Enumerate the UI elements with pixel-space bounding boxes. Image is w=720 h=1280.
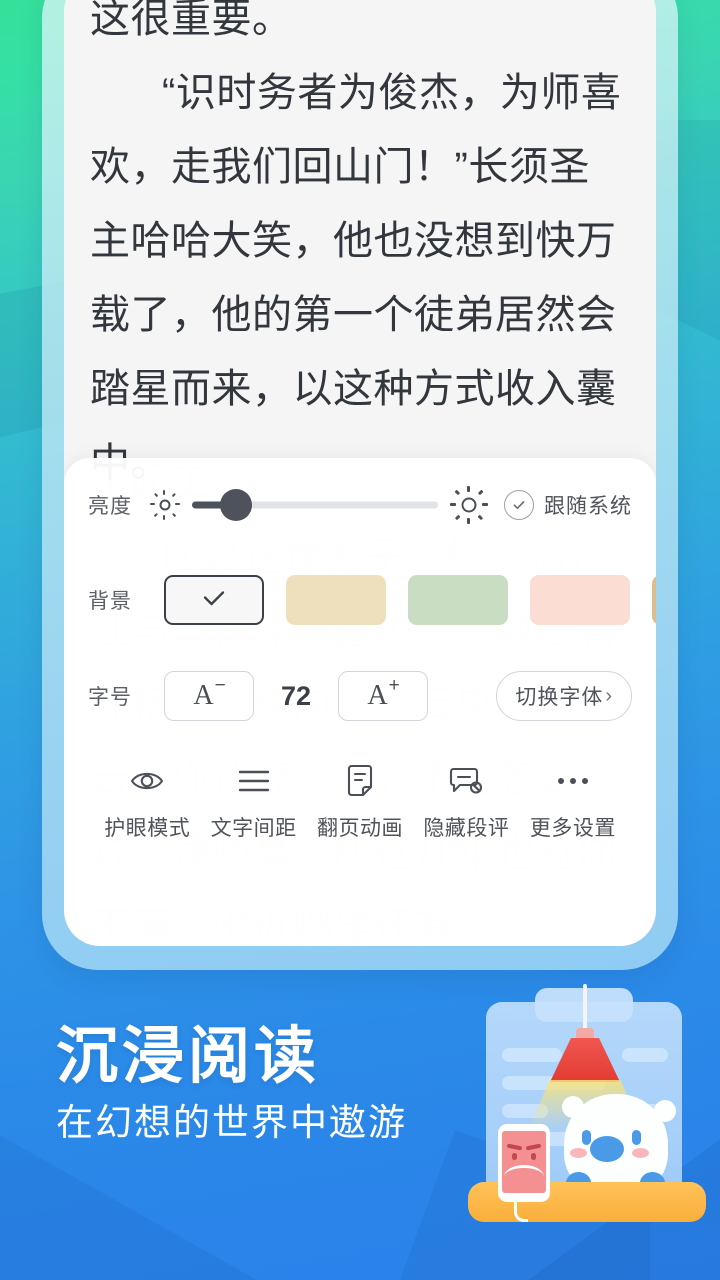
fontsize-value: 72 — [280, 680, 312, 711]
slider-thumb[interactable] — [220, 489, 253, 521]
switch-font-button[interactable]: 切换字体 › — [496, 671, 632, 721]
fontsize-decrease-sup: − — [214, 675, 226, 696]
fontsize-increase-button[interactable]: A + — [338, 671, 428, 721]
phone-character-face — [502, 1131, 546, 1193]
background-swatch-kraft[interactable] — [652, 575, 656, 625]
fontsize-row: 字号 A − 72 A + 切换字体 › — [88, 648, 632, 744]
phone-brow-right — [525, 1143, 542, 1151]
more-dots-icon — [555, 762, 591, 800]
tool-label: 文字间距 — [210, 817, 297, 840]
reader-settings-panel: 亮度 跟随系统 背景 字号 A − 72 A + 切换字体 › 护眼模式 文字间… — [64, 458, 656, 946]
tool-label: 翻页动画 — [317, 817, 404, 840]
sun-small-icon — [150, 490, 180, 520]
background-label: 背景 — [88, 590, 132, 613]
promo-subtitle: 在幻想的世界中遨游 — [56, 1101, 407, 1143]
tool-label: 隐藏段评 — [423, 817, 510, 840]
phone-mouth — [504, 1165, 544, 1179]
clipboard-line — [622, 1048, 668, 1062]
chevron-right-icon: › — [605, 684, 613, 707]
phone-character-legs — [514, 1196, 528, 1222]
background-swatch-strip — [164, 575, 656, 625]
background-row: 背景 — [88, 552, 656, 648]
tool-line-spacing[interactable]: 文字间距 — [200, 762, 306, 842]
clipboard-line — [502, 1048, 562, 1062]
tools-row: 护眼模式 文字间距 翻页动画 隐藏段评 更多设置 — [88, 744, 632, 842]
background-swatch-white[interactable] — [164, 575, 264, 625]
promo-title: 沉浸阅读 — [56, 1022, 321, 1091]
phone-eye-left — [512, 1153, 517, 1160]
background-swatch-green[interactable] — [408, 575, 508, 625]
background-swatch-pink[interactable] — [530, 575, 630, 625]
bear-cheek-right — [632, 1148, 649, 1158]
follow-system-toggle[interactable]: 跟随系统 — [504, 490, 632, 520]
follow-system-label: 跟随系统 — [544, 495, 632, 518]
phone-character-body — [498, 1124, 550, 1202]
background-swatch-cream[interactable] — [286, 575, 386, 625]
bear-eye-left — [582, 1130, 591, 1145]
check-icon — [200, 588, 228, 613]
brightness-row: 亮度 跟随系统 — [88, 458, 632, 552]
reader-paragraph: 这很重要。 — [90, 0, 293, 41]
bear-eye-right — [632, 1130, 641, 1145]
switch-font-label: 切换字体 — [515, 686, 604, 709]
eye-icon — [129, 762, 165, 800]
check-circle-icon — [504, 490, 534, 520]
tool-label: 更多设置 — [529, 817, 616, 840]
reader-paragraph: “识时务者为俊杰，为师喜欢，走我们回山门！”长须圣主哈哈大笑，他也没想到快万载了… — [90, 71, 622, 485]
fontsize-increase-sup: + — [388, 675, 400, 696]
bear-reading-illustration — [462, 984, 712, 1280]
fontsize-controls: A − 72 A + 切换字体 › — [164, 671, 632, 721]
brightness-slider[interactable] — [192, 489, 438, 521]
bear-nose-shape — [590, 1136, 624, 1162]
tool-eye-protection[interactable]: 护眼模式 — [94, 762, 200, 842]
fontsize-decrease-button[interactable]: A − — [164, 671, 254, 721]
tool-page-turn[interactable]: 翻页动画 — [307, 762, 413, 842]
hide-comment-icon — [448, 762, 484, 800]
brightness-label: 亮度 — [88, 495, 132, 518]
fontsize-decrease-glyph: A — [193, 680, 214, 711]
bear-cheek-left — [570, 1148, 587, 1158]
tool-more-settings[interactable]: 更多设置 — [520, 762, 626, 842]
line-spacing-icon — [236, 762, 272, 800]
sun-large-icon — [450, 486, 488, 524]
fontsize-increase-glyph: A — [367, 680, 388, 711]
page-turn-icon — [344, 762, 376, 800]
phone-brow-left — [506, 1143, 523, 1151]
phone-screen: 这很重要。 “识时务者为俊杰，为师喜欢，走我们回山门！”长须圣主哈哈大笑，他也没… — [64, 0, 656, 946]
tool-label: 护眼模式 — [104, 817, 191, 840]
phone-eye-right — [531, 1153, 536, 1160]
promo-block: 沉浸阅读 在幻想的世界中遨游 — [56, 1022, 476, 1144]
tool-hide-comments[interactable]: 隐藏段评 — [413, 762, 519, 842]
fontsize-label: 字号 — [88, 686, 132, 709]
